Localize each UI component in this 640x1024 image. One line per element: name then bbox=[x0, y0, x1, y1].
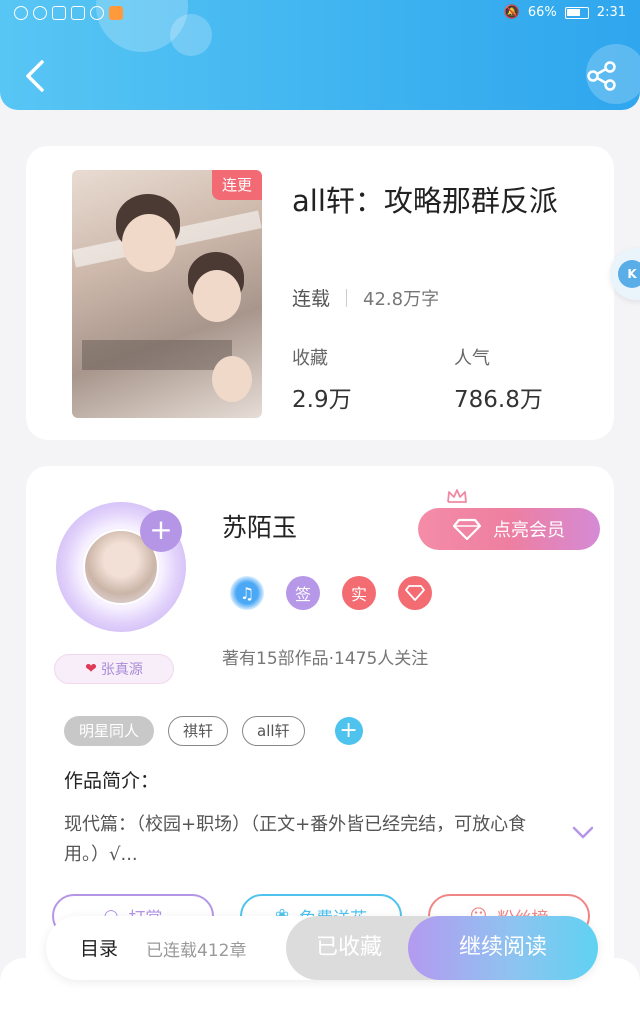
music-badge-icon[interactable]: ♫ bbox=[230, 576, 264, 610]
status-right: 🔕 66% 2:31 bbox=[504, 5, 626, 20]
fan-tag[interactable]: ❤ 张真源 bbox=[54, 654, 174, 684]
author-card: + ❤ 张真源 苏陌玉 点亮会员 ♫ 签 实 著有15部作品·1475人关注 明… bbox=[26, 466, 614, 986]
vip-button-label: 点亮会员 bbox=[493, 520, 565, 541]
clock: 2:31 bbox=[596, 5, 626, 20]
side-handle-icon: K bbox=[618, 260, 640, 288]
favorited-button-label: 已收藏 bbox=[315, 935, 382, 960]
battery-percent: 66% bbox=[527, 5, 557, 20]
chapter-count: 已连载412章 bbox=[146, 941, 247, 961]
book-title: all轩：攻略那群反派 bbox=[292, 184, 558, 218]
header: 🔕 66% 2:31 bbox=[0, 0, 640, 110]
share-icon[interactable] bbox=[586, 60, 618, 92]
author-avatar-frame[interactable] bbox=[56, 486, 186, 636]
fan-tag-label: 张真源 bbox=[100, 662, 143, 678]
intro-title: 作品简介： bbox=[64, 770, 160, 792]
book-status: 连载 bbox=[292, 288, 331, 310]
cover-decor bbox=[122, 214, 176, 272]
tag-item[interactable]: all轩 bbox=[242, 716, 305, 746]
bottom-action-bar: 目录 已连载412章 已收藏 继续阅读 bbox=[46, 916, 598, 980]
add-tag-button[interactable]: + bbox=[334, 717, 363, 745]
tag-item[interactable]: 祺轩 bbox=[168, 716, 229, 746]
app-notification-icon bbox=[52, 6, 66, 20]
chevron-down-icon[interactable] bbox=[572, 826, 594, 840]
book-info-card: 连更 all轩：攻略那群反派 连载 42.8万字 收藏 2.9万 人气 786.… bbox=[26, 146, 614, 440]
floating-side-handle[interactable]: K bbox=[610, 248, 640, 300]
vip-button[interactable]: 点亮会员 bbox=[418, 508, 600, 550]
battery-icon bbox=[564, 6, 589, 19]
search-app-icon bbox=[71, 6, 85, 20]
divider bbox=[346, 288, 348, 307]
intro-text: 现代篇：（校园+职场）（正文+番外皆已经完结，可放心食用。）√... bbox=[64, 814, 527, 865]
book-meta: 连载 42.8万字 bbox=[292, 284, 439, 311]
cover-decor bbox=[212, 356, 252, 402]
favorites-value: 2.9万 bbox=[292, 387, 352, 413]
signed-badge[interactable]: 签 bbox=[286, 576, 320, 610]
continue-reading-button[interactable]: 继续阅读 bbox=[408, 916, 598, 980]
cover-decor bbox=[82, 340, 232, 370]
video-app-icon bbox=[109, 6, 123, 20]
back-button[interactable] bbox=[20, 58, 50, 94]
app-notification-icon bbox=[33, 6, 47, 20]
author-badges: ♫ 签 实 bbox=[230, 576, 432, 610]
favorites-label: 收藏 bbox=[292, 348, 328, 369]
wifi-icon bbox=[14, 6, 28, 20]
status-bar: 🔕 66% 2:31 bbox=[0, 0, 640, 28]
word-count: 42.8万字 bbox=[363, 288, 440, 310]
popularity-value: 786.8万 bbox=[454, 387, 543, 413]
follow-button[interactable]: + bbox=[140, 510, 182, 552]
qq-icon bbox=[90, 6, 104, 20]
book-cover[interactable]: 连更 bbox=[72, 170, 262, 418]
status-icons bbox=[14, 6, 123, 20]
cover-decor bbox=[193, 270, 241, 322]
mute-icon: 🔕 bbox=[503, 5, 520, 20]
author-name[interactable]: 苏陌玉 bbox=[222, 508, 297, 544]
diamond-icon bbox=[453, 518, 481, 540]
table-of-contents-button[interactable]: 目录 bbox=[80, 934, 118, 961]
popularity-label: 人气 bbox=[454, 348, 490, 369]
verified-badge[interactable]: 实 bbox=[342, 576, 376, 610]
tag-item[interactable]: 明星同人 bbox=[64, 716, 155, 746]
tag-list: 明星同人 祺轩 all轩 + bbox=[64, 716, 363, 746]
heart-icon: ❤ bbox=[85, 661, 97, 677]
vip-diamond-badge-icon[interactable] bbox=[398, 576, 432, 610]
update-badge: 连更 bbox=[212, 170, 262, 200]
author-stats: 著有15部作品·1475人关注 bbox=[222, 649, 429, 669]
diamond-icon bbox=[405, 585, 425, 601]
crown-icon bbox=[447, 489, 467, 503]
